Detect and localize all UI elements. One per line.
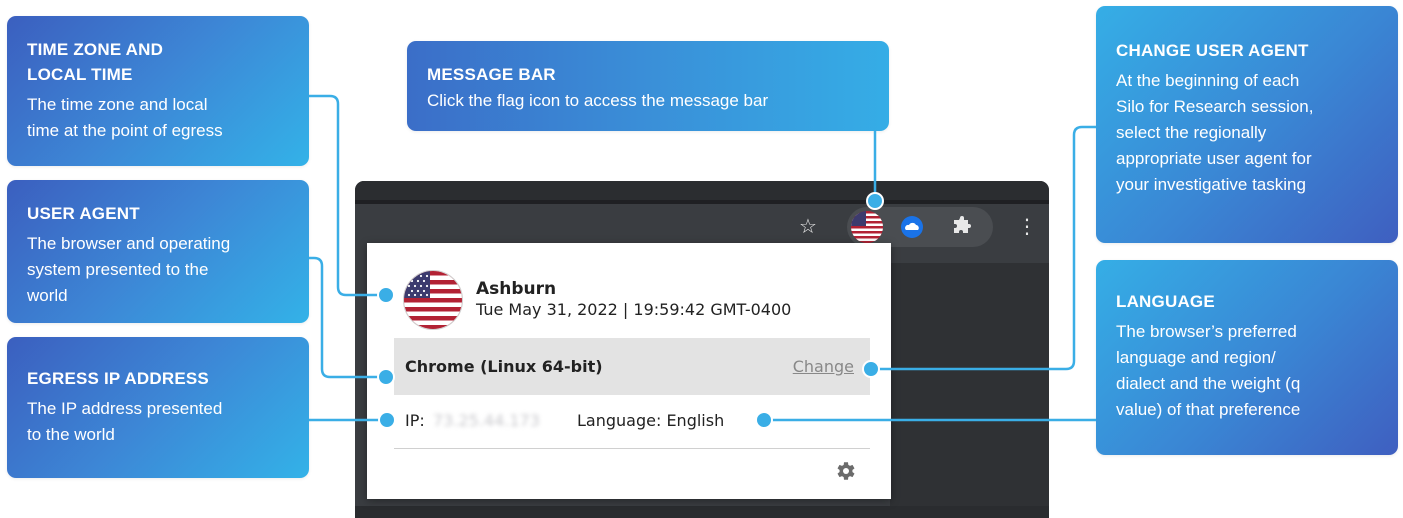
language-value: Language: English xyxy=(577,411,725,430)
callout-desc: Silo for Research session, xyxy=(1116,97,1314,116)
callout-desc: system presented to the xyxy=(27,260,209,279)
browser-toolbar-divider xyxy=(355,200,1049,204)
callout-language: LANGUAGE The browser’s preferred languag… xyxy=(1096,260,1398,455)
callout-user-agent: USER AGENT The browser and operating sys… xyxy=(7,180,309,323)
callout-desc: Click the flag icon to access the messag… xyxy=(427,91,769,110)
callout-desc: to the world xyxy=(27,425,115,444)
callout-desc: dialect and the weight (q xyxy=(1116,374,1301,393)
star-icon[interactable]: ☆ xyxy=(795,215,821,239)
kebab-menu-icon[interactable]: ⋮ xyxy=(1017,215,1037,239)
callout-message-bar: MESSAGE BAR Click the flag icon to acces… xyxy=(407,41,889,131)
cloud-icon[interactable] xyxy=(900,215,924,239)
callout-change-user-agent: CHANGE USER AGENT At the beginning of ea… xyxy=(1096,6,1398,243)
callout-desc: time at the point of egress xyxy=(27,121,223,140)
callout-title: USER AGENT xyxy=(27,204,140,223)
us-flag-icon xyxy=(403,270,463,330)
change-user-agent-link[interactable]: Change xyxy=(793,357,854,376)
callout-egress-ip: EGRESS IP ADDRESS The IP address present… xyxy=(7,337,309,478)
callout-title: LANGUAGE xyxy=(1116,292,1215,311)
extension-group xyxy=(847,207,993,247)
callout-title: EGRESS IP ADDRESS xyxy=(27,369,209,388)
gear-icon[interactable] xyxy=(833,459,857,483)
callout-desc: your investigative tasking xyxy=(1116,175,1306,194)
callout-desc: select the regionally xyxy=(1116,123,1267,142)
callout-desc: value) of that preference xyxy=(1116,400,1301,419)
callout-desc: language and region/ xyxy=(1116,348,1276,367)
callout-desc: At the beginning of each xyxy=(1116,71,1300,90)
local-datetime: Tue May 31, 2022 | 19:59:42 GMT-0400 xyxy=(476,300,792,319)
callout-title: MESSAGE BAR xyxy=(427,65,556,84)
user-agent-value: Chrome (Linux 64-bit) xyxy=(405,357,603,376)
callout-time-zone: TIME ZONE AND LOCAL TIME The time zone a… xyxy=(7,16,309,166)
browser-tab-strip xyxy=(355,181,1049,200)
page-content-area xyxy=(890,263,1049,518)
ip-value: 73.25.44.173 xyxy=(433,411,540,430)
page-bottom-band xyxy=(355,506,1049,518)
callout-title: LOCAL TIME xyxy=(27,65,133,84)
us-flag-icon[interactable] xyxy=(851,211,883,243)
puzzle-icon[interactable] xyxy=(950,215,974,239)
callout-desc: The browser’s preferred xyxy=(1116,322,1297,341)
callout-desc: The browser and operating xyxy=(27,234,231,253)
callout-desc: world xyxy=(27,286,68,305)
callout-title: TIME ZONE AND xyxy=(27,40,164,59)
user-agent-row: Chrome (Linux 64-bit) Change xyxy=(394,338,870,395)
location-popup: Ashburn Tue May 31, 2022 | 19:59:42 GMT-… xyxy=(367,243,891,499)
city-name: Ashburn xyxy=(476,279,557,299)
divider xyxy=(394,448,870,449)
callout-title: CHANGE USER AGENT xyxy=(1116,41,1309,60)
callout-desc: The IP address presented xyxy=(27,399,223,418)
callout-desc: appropriate user agent for xyxy=(1116,149,1312,168)
callout-desc: The time zone and local xyxy=(27,95,208,114)
ip-label: IP: xyxy=(405,411,425,430)
